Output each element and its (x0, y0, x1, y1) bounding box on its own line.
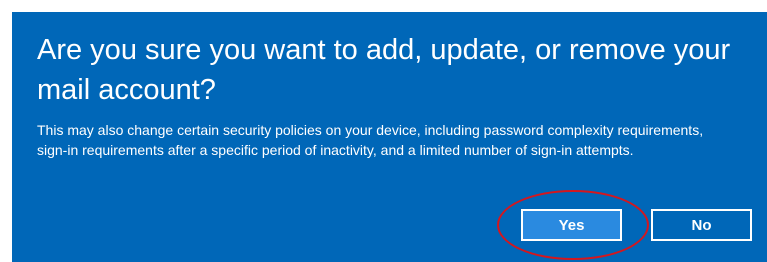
dialog-title: Are you sure you want to add, update, or… (37, 34, 731, 106)
confirmation-dialog: Are you sure you want to add, update, or… (12, 12, 767, 262)
dialog-message: This may also change certain security po… (37, 122, 704, 158)
no-button[interactable]: No (651, 209, 752, 241)
yes-button[interactable]: Yes (521, 209, 622, 241)
